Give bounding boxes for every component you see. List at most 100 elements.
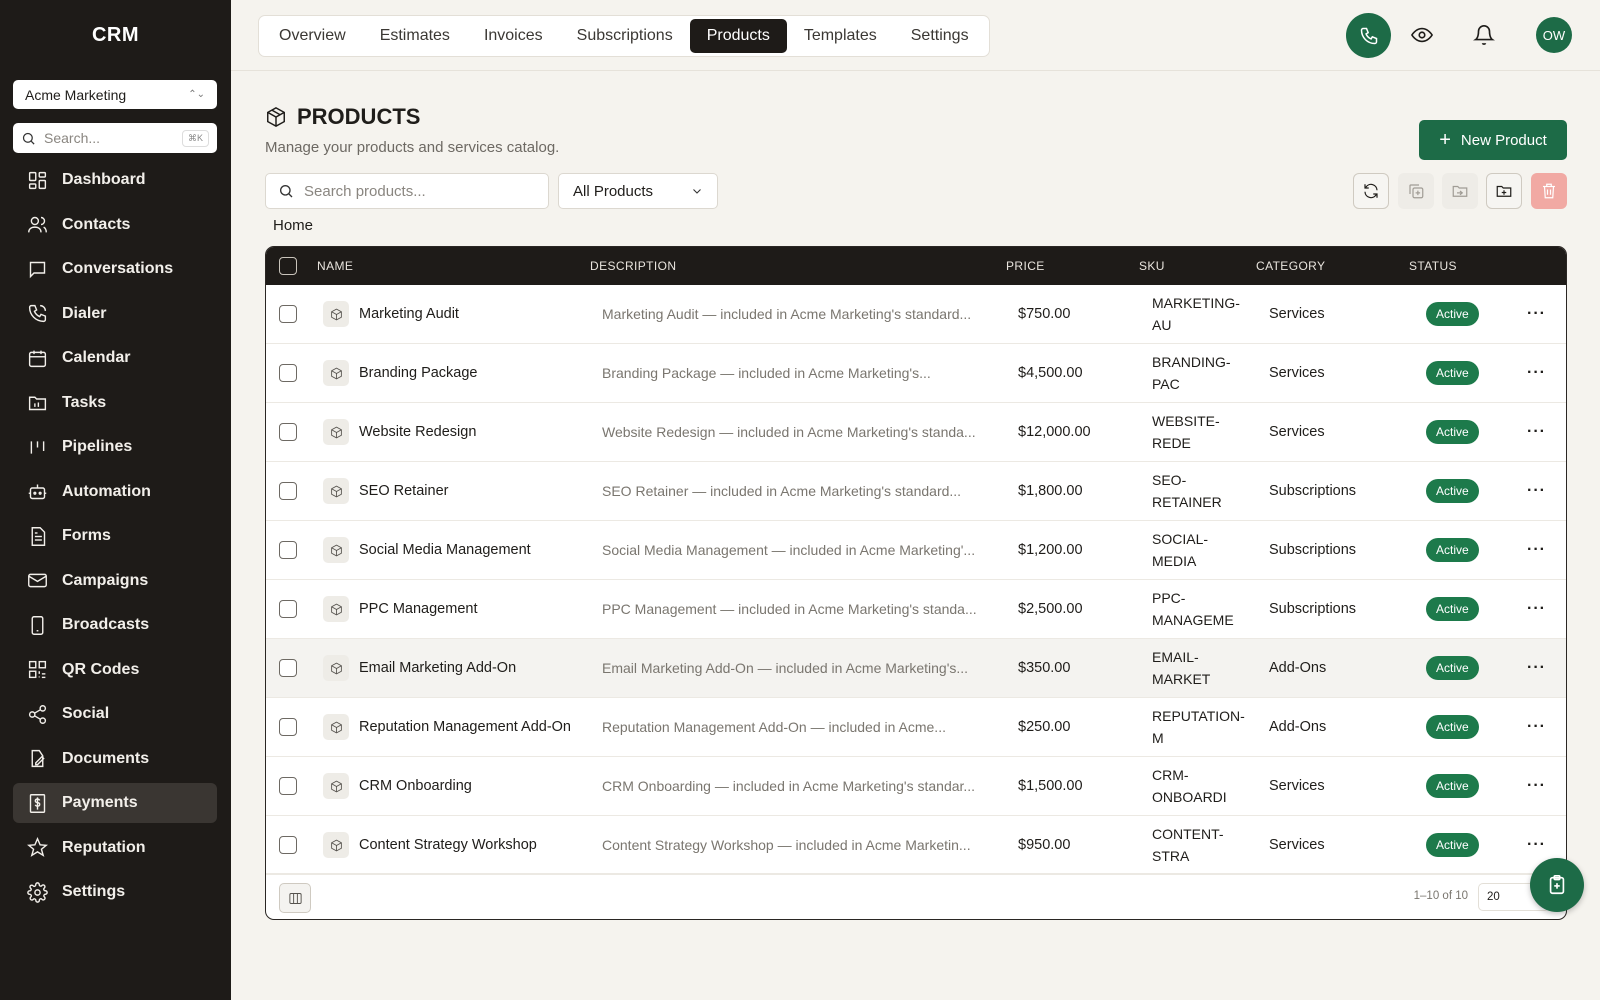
tab-estimates[interactable]: Estimates xyxy=(363,19,467,53)
table-row[interactable]: Content Strategy Workshop Content Strate… xyxy=(266,816,1566,875)
row-checkbox[interactable] xyxy=(279,541,297,559)
row-checkbox[interactable] xyxy=(279,836,297,854)
new-folder-button[interactable] xyxy=(1486,173,1522,209)
new-product-button[interactable]: + New Product xyxy=(1419,120,1567,160)
column-header-description[interactable]: DESCRIPTION xyxy=(590,259,676,273)
sidebar-item-dialer[interactable]: Dialer xyxy=(13,294,217,334)
package-icon xyxy=(330,426,342,438)
sidebar-item-tasks[interactable]: Tasks xyxy=(13,383,217,423)
call-button[interactable] xyxy=(1346,13,1391,58)
sidebar-search-input[interactable]: Search... ⌘K xyxy=(13,123,217,153)
row-checkbox[interactable] xyxy=(279,305,297,323)
product-name[interactable]: Reputation Management Add-On xyxy=(359,719,571,735)
table-row[interactable]: CRM Onboarding CRM Onboarding — included… xyxy=(266,757,1566,816)
bell-icon xyxy=(1473,25,1495,46)
duplicate-button[interactable] xyxy=(1398,173,1434,209)
refresh-button[interactable] xyxy=(1353,173,1389,209)
sidebar-item-conversations[interactable]: Conversations xyxy=(13,249,217,289)
sidebar-item-calendar[interactable]: Calendar xyxy=(13,338,217,378)
row-checkbox[interactable] xyxy=(279,718,297,736)
product-search-input[interactable]: Search products... xyxy=(265,173,549,209)
product-name[interactable]: Website Redesign xyxy=(359,424,476,440)
sidebar-item-social[interactable]: Social xyxy=(13,694,217,734)
more-actions-icon[interactable]: ··· xyxy=(1527,305,1546,323)
column-header-status[interactable]: STATUS xyxy=(1409,259,1457,273)
sku-line-2: RETAINER xyxy=(1152,494,1222,510)
more-actions-icon[interactable]: ··· xyxy=(1527,600,1546,618)
sidebar-item-forms[interactable]: Forms xyxy=(13,516,217,556)
product-name[interactable]: Marketing Audit xyxy=(359,306,459,322)
product-name[interactable]: SEO Retainer xyxy=(359,483,448,499)
search-icon xyxy=(22,132,35,145)
more-actions-icon[interactable]: ··· xyxy=(1527,423,1546,441)
dashboard-icon xyxy=(28,171,47,189)
row-checkbox[interactable] xyxy=(279,364,297,382)
row-checkbox[interactable] xyxy=(279,777,297,795)
tab-invoices[interactable]: Invoices xyxy=(467,19,560,53)
sidebar-item-dashboard[interactable]: Dashboard xyxy=(13,160,217,200)
product-name[interactable]: CRM Onboarding xyxy=(359,778,472,794)
preview-button[interactable] xyxy=(1407,20,1437,50)
more-actions-icon[interactable]: ··· xyxy=(1527,482,1546,500)
breadcrumb[interactable]: Home xyxy=(273,217,313,234)
sidebar-item-label: QR Codes xyxy=(62,660,140,678)
product-name[interactable]: Content Strategy Workshop xyxy=(359,837,537,853)
row-checkbox[interactable] xyxy=(279,423,297,441)
category-filter-select[interactable]: All Products xyxy=(558,173,718,209)
column-header-name[interactable]: NAME xyxy=(317,259,353,273)
copy-plus-icon xyxy=(1409,184,1424,199)
product-description: Email Marketing Add-On — included in Acm… xyxy=(602,660,969,676)
more-actions-icon[interactable]: ··· xyxy=(1527,718,1546,736)
sidebar-item-settings[interactable]: Settings xyxy=(13,872,217,912)
tab-products[interactable]: Products xyxy=(689,19,787,53)
sidebar-item-qr-codes[interactable]: QR Codes xyxy=(13,650,217,690)
table-row[interactable]: Branding Package Branding Package — incl… xyxy=(266,344,1566,403)
tab-settings[interactable]: Settings xyxy=(894,19,986,53)
tab-templates[interactable]: Templates xyxy=(787,19,894,53)
table-row[interactable]: Marketing Audit Marketing Audit — includ… xyxy=(266,285,1566,344)
sidebar-item-pipelines[interactable]: Pipelines xyxy=(13,427,217,467)
more-actions-icon[interactable]: ··· xyxy=(1527,777,1546,795)
sidebar-item-broadcasts[interactable]: Broadcasts xyxy=(13,605,217,645)
sidebar-item-contacts[interactable]: Contacts xyxy=(13,205,217,245)
table-row[interactable]: SEO Retainer SEO Retainer — included in … xyxy=(266,462,1566,521)
row-checkbox[interactable] xyxy=(279,600,297,618)
column-header-category[interactable]: CATEGORY xyxy=(1256,259,1325,273)
columns-toggle-button[interactable] xyxy=(279,883,311,913)
product-name[interactable]: Branding Package xyxy=(359,365,478,381)
move-button[interactable] xyxy=(1442,173,1478,209)
row-checkbox[interactable] xyxy=(279,659,297,677)
tab-overview[interactable]: Overview xyxy=(262,19,363,53)
delete-button[interactable] xyxy=(1531,173,1567,209)
column-header-sku[interactable]: SKU xyxy=(1139,259,1165,273)
tab-subscriptions[interactable]: Subscriptions xyxy=(560,19,690,53)
product-price: $1,200.00 xyxy=(1018,542,1083,558)
sidebar-item-documents[interactable]: Documents xyxy=(13,739,217,779)
table-row[interactable]: PPC Management PPC Management — included… xyxy=(266,580,1566,639)
more-actions-icon[interactable]: ··· xyxy=(1527,659,1546,677)
product-name[interactable]: PPC Management xyxy=(359,601,477,617)
product-name[interactable]: Social Media Management xyxy=(359,542,531,558)
table-row[interactable]: Website Redesign Website Redesign — incl… xyxy=(266,403,1566,462)
package-icon xyxy=(330,662,342,674)
org-selector[interactable]: Acme Marketing ⌃⌄ xyxy=(13,80,217,109)
product-sku: BRANDING- PAC xyxy=(1152,351,1260,395)
more-actions-icon[interactable]: ··· xyxy=(1527,836,1546,854)
row-checkbox[interactable] xyxy=(279,482,297,500)
sidebar-item-campaigns[interactable]: Campaigns xyxy=(13,561,217,601)
avatar[interactable]: OW xyxy=(1536,17,1572,53)
table-row[interactable]: Email Marketing Add-On Email Marketing A… xyxy=(266,639,1566,698)
sidebar-item-payments[interactable]: Payments xyxy=(13,783,217,823)
select-all-checkbox[interactable] xyxy=(279,257,297,275)
sidebar-item-reputation[interactable]: Reputation xyxy=(13,828,217,868)
sidebar-item-automation[interactable]: Automation xyxy=(13,472,217,512)
clipboard-fab-button[interactable] xyxy=(1530,858,1584,912)
column-header-price[interactable]: PRICE xyxy=(1006,259,1045,273)
sidebar-item-label: Documents xyxy=(62,749,150,767)
more-actions-icon[interactable]: ··· xyxy=(1527,541,1546,559)
more-actions-icon[interactable]: ··· xyxy=(1527,364,1546,382)
table-row[interactable]: Reputation Management Add-On Reputation … xyxy=(266,698,1566,757)
product-name[interactable]: Email Marketing Add-On xyxy=(359,660,516,676)
table-row[interactable]: Social Media Management Social Media Man… xyxy=(266,521,1566,580)
notifications-button[interactable] xyxy=(1469,20,1499,50)
